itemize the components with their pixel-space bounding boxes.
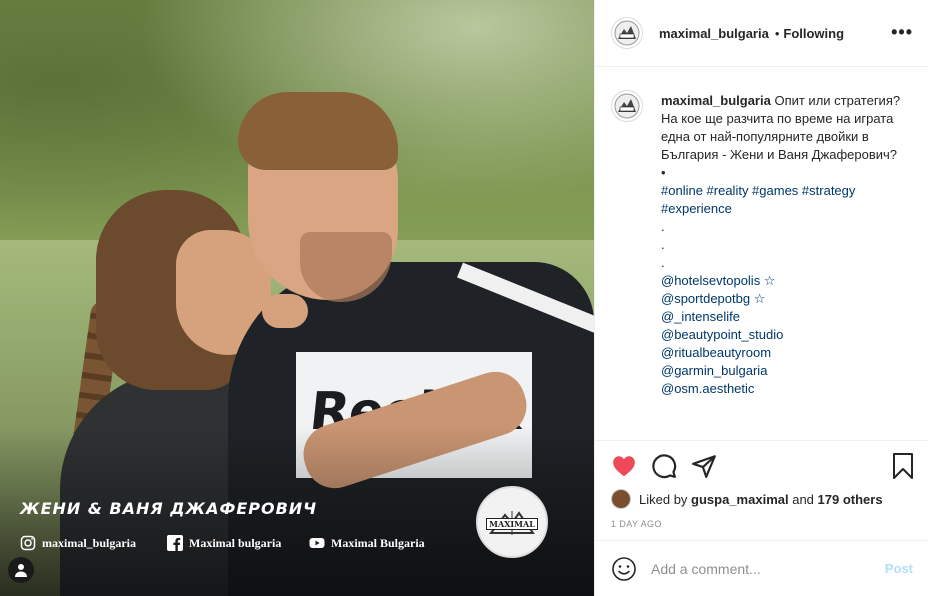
instagram-post-view: Reebok ЖЕНИ & ВАНЯ ДЖАФЕРОВИЧ maximal_bu… — [0, 0, 928, 596]
liker-avatar — [611, 489, 631, 509]
header-separator-dot: • — [774, 25, 780, 41]
post-photo[interactable]: Reebok ЖЕНИ & ВАНЯ ДЖАФЕРОВИЧ maximal_bu… — [0, 0, 594, 596]
emoji-icon[interactable] — [611, 556, 637, 582]
liked-by-prefix: Liked by — [639, 491, 688, 507]
caption-mention[interactable]: @ritualbeautyroom — [661, 344, 911, 362]
caption-username-link[interactable]: maximal_bulgaria — [661, 93, 771, 108]
comment-input[interactable]: Add a comment... — [651, 561, 761, 577]
comment-bar: Add a comment... Post — [595, 540, 928, 596]
save-post-button[interactable] — [891, 453, 915, 484]
caption-dot: . — [661, 255, 665, 270]
caption-mention[interactable]: @garmin_bulgaria — [661, 362, 911, 380]
post-header: maximal_bulgaria • Following ••• — [595, 0, 928, 67]
photo-overlay-title: ЖЕНИ & ВАНЯ ДЖАФЕРОВИЧ — [20, 499, 318, 518]
photo-social-facebook: Maximal bulgaria — [167, 535, 281, 551]
instagram-icon — [20, 535, 36, 551]
account-avatar[interactable] — [611, 17, 643, 49]
maximal-mini-logo-icon — [614, 93, 640, 119]
post-timestamp[interactable]: 1 DAY AGO — [611, 519, 662, 529]
liked-by-user-link[interactable]: guspa_maximal — [691, 492, 789, 507]
caption-hashtags[interactable]: #online #reality #games #strategy — [661, 182, 911, 200]
photo-social-youtube: Maximal Bulgaria — [309, 535, 425, 551]
caption-mention[interactable]: @osm.aesthetic — [661, 380, 911, 398]
post-comment-button[interactable]: Post — [885, 561, 913, 576]
photo-man-hair — [238, 92, 398, 170]
tagged-users-button[interactable] — [8, 557, 34, 583]
photo-social-instagram-label: maximal_bulgaria — [42, 535, 137, 550]
bookmark-icon — [893, 453, 913, 479]
caption-dot: . — [661, 237, 665, 252]
caption-hashtags[interactable]: #experience — [661, 200, 911, 218]
heart-icon[interactable] — [611, 453, 637, 479]
caption-mention[interactable]: @sportdepotbg ☆ — [661, 290, 911, 308]
more-options-icon[interactable]: ••• — [891, 22, 913, 43]
likes-count-link[interactable]: 179 others — [818, 492, 883, 507]
caption-text: maximal_bulgaria Опит или стратегия? На … — [661, 92, 911, 398]
photo-hand — [262, 294, 308, 328]
maximal-logo-text: MAXIMAL — [486, 518, 538, 530]
caption-dot: . — [661, 219, 665, 234]
post-caption: maximal_bulgaria Опит или стратегия? На … — [595, 68, 928, 440]
post-actions: Liked by guspa_maximal and 179 others 1 … — [595, 440, 928, 540]
maximal-mini-logo-icon — [614, 20, 640, 46]
user-icon — [15, 564, 27, 577]
caption-mention[interactable]: @hotelsevtopolis ☆ — [661, 272, 911, 290]
comment-icon[interactable] — [651, 453, 677, 479]
account-username-link[interactable]: maximal_bulgaria — [659, 26, 769, 41]
maximal-logo-badge: MAXIMAL — [476, 486, 548, 558]
action-icons — [611, 453, 717, 479]
youtube-icon — [309, 538, 325, 548]
photo-social-youtube-label: Maximal Bulgaria — [331, 535, 425, 550]
liked-by-and: and — [792, 491, 814, 507]
caption-avatar[interactable] — [611, 90, 643, 122]
caption-line: • — [661, 165, 666, 180]
caption-line: Опит или стратегия? — [774, 93, 901, 108]
caption-mention[interactable]: @beautypoint_studio — [661, 326, 911, 344]
share-icon[interactable] — [691, 453, 717, 479]
likes-summary[interactable]: Liked by guspa_maximal and 179 others — [611, 489, 883, 509]
facebook-icon — [167, 535, 183, 551]
caption-mention[interactable]: @_intenselife — [661, 308, 911, 326]
photo-social-instagram: maximal_bulgaria — [20, 535, 136, 551]
photo-social-facebook-label: Maximal bulgaria — [189, 535, 282, 550]
post-side-panel: maximal_bulgaria • Following ••• maximal… — [594, 0, 928, 596]
caption-line: На кое ще разчита по време на играта едн… — [661, 111, 898, 162]
following-button[interactable]: Following — [783, 26, 844, 41]
